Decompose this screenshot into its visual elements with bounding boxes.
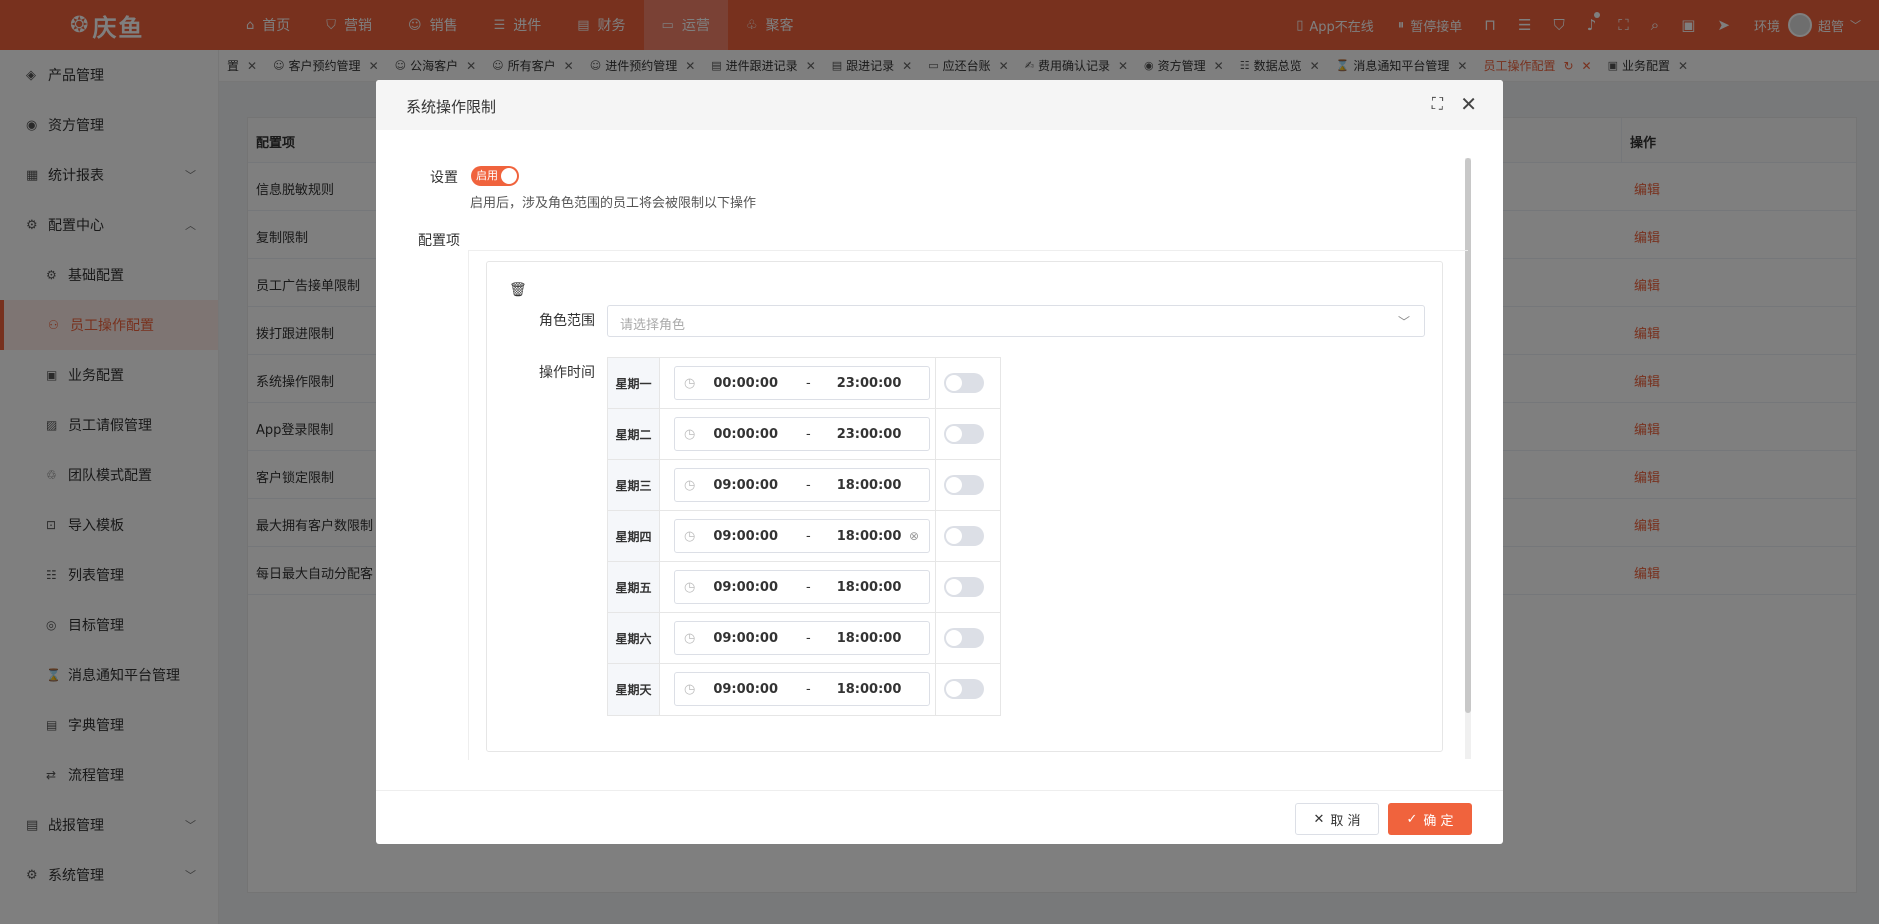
end-time[interactable]: 18:00:00 xyxy=(837,529,902,544)
dialog-footer: ✕ 取 消 ✓ 确 定 xyxy=(376,790,1503,844)
role-label: 角色范围 xyxy=(539,313,595,329)
config-items-label: 配置项 xyxy=(418,233,460,249)
clock-icon: ◷ xyxy=(684,375,696,391)
start-time[interactable]: 00:00:00 xyxy=(713,376,778,391)
enable-switch[interactable]: 启用 xyxy=(471,166,519,186)
toggle-knob xyxy=(946,681,962,697)
time-range-picker[interactable]: ◷ 09:00:00 - 18:00:00 xyxy=(674,672,930,706)
dialog-header: 系统操作限制 ⛶ ✕ xyxy=(376,80,1503,130)
range-separator: - xyxy=(806,528,811,544)
end-time[interactable]: 18:00:00 xyxy=(837,631,902,646)
time-range-picker[interactable]: ◷ 09:00:00 - 18:00:00 xyxy=(674,468,930,502)
toggle-knob xyxy=(946,579,962,595)
time-range-picker[interactable]: ◷ 00:00:00 - 23:00:00 xyxy=(674,417,930,451)
time-label: 操作时间 xyxy=(539,365,595,381)
fullscreen-icon[interactable]: ⛶ xyxy=(1432,94,1443,114)
confirm-button[interactable]: ✓ 确 定 xyxy=(1388,803,1472,835)
start-time[interactable]: 09:00:00 xyxy=(713,580,778,595)
clock-icon: ◷ xyxy=(684,426,696,442)
day-row: 星期二 ◷ 00:00:00 - 23:00:00 xyxy=(608,409,1000,460)
time-range-picker[interactable]: ◷ 09:00:00 - 18:00:00 xyxy=(674,570,930,604)
role-select[interactable]: 请选择角色 ﹀ xyxy=(607,305,1425,337)
range-separator: - xyxy=(806,579,811,595)
day-label: 星期六 xyxy=(608,613,660,663)
config-card: 🗑 角色范围 请选择角色 ﹀ 操作时间 星期一 ◷ 00:00:00 - 23:00:0… xyxy=(486,261,1443,752)
day-toggle[interactable] xyxy=(944,526,984,546)
start-time[interactable]: 09:00:00 xyxy=(713,529,778,544)
start-time[interactable]: 09:00:00 xyxy=(713,478,778,493)
day-label: 星期一 xyxy=(608,358,660,408)
day-row: 星期天 ◷ 09:00:00 - 18:00:00 xyxy=(608,664,1000,715)
range-separator: - xyxy=(806,630,811,646)
clock-icon: ◷ xyxy=(684,579,696,595)
clock-icon: ◷ xyxy=(684,528,696,544)
enable-hint: 启用后，涉及角色范围的员工将会被限制以下操作 xyxy=(470,196,757,211)
day-toggle[interactable] xyxy=(944,424,984,444)
setting-label: 设置 xyxy=(430,170,458,186)
day-label: 星期三 xyxy=(608,460,660,510)
role-placeholder: 请选择角色 xyxy=(620,318,686,333)
day-toggle[interactable] xyxy=(944,679,984,699)
day-switch-cell xyxy=(935,613,995,664)
day-switch-cell xyxy=(935,664,995,715)
range-separator: - xyxy=(806,375,811,391)
time-range-picker[interactable]: ◷ 00:00:00 - 23:00:00 xyxy=(674,366,930,400)
clock-icon: ◷ xyxy=(684,681,696,697)
day-row: 星期三 ◷ 09:00:00 - 18:00:00 xyxy=(608,460,1000,511)
trash-icon[interactable]: 🗑 xyxy=(509,282,527,298)
range-separator: - xyxy=(806,426,811,442)
start-time[interactable]: 00:00:00 xyxy=(713,427,778,442)
end-time[interactable]: 18:00:00 xyxy=(837,682,902,697)
day-switch-cell xyxy=(935,562,995,613)
day-label: 星期五 xyxy=(608,562,660,612)
day-label: 星期四 xyxy=(608,511,660,561)
time-range-picker[interactable]: ◷ 09:00:00 - 18:00:00 ⊗ xyxy=(674,519,930,553)
start-time[interactable]: 09:00:00 xyxy=(713,631,778,646)
day-row: 星期五 ◷ 09:00:00 - 18:00:00 xyxy=(608,562,1000,613)
close-icon[interactable]: ✕ xyxy=(1460,92,1477,116)
dialog-title: 系统操作限制 xyxy=(406,98,497,116)
end-time[interactable]: 18:00:00 xyxy=(837,580,902,595)
end-time[interactable]: 23:00:00 xyxy=(837,427,902,442)
day-switch-cell xyxy=(935,511,995,562)
range-separator: - xyxy=(806,477,811,493)
chevron-down-icon: ﹀ xyxy=(1397,315,1410,329)
day-toggle[interactable] xyxy=(944,628,984,648)
day-label: 星期二 xyxy=(608,409,660,459)
day-label: 星期天 xyxy=(608,664,660,715)
day-toggle[interactable] xyxy=(944,577,984,597)
day-row: 星期六 ◷ 09:00:00 - 18:00:00 xyxy=(608,613,1000,664)
close-icon: ✕ xyxy=(1313,811,1325,827)
week-schedule: 星期一 ◷ 00:00:00 - 23:00:00 星期二 ◷ 00:00:00 - 23:00:… xyxy=(607,357,1001,716)
toggle-knob xyxy=(946,477,962,493)
clock-icon: ◷ xyxy=(684,630,696,646)
end-time[interactable]: 18:00:00 xyxy=(837,478,902,493)
day-switch-cell xyxy=(935,358,995,409)
day-toggle[interactable] xyxy=(944,475,984,495)
toggle-knob xyxy=(946,375,962,391)
clock-icon: ◷ xyxy=(684,477,696,493)
toggle-knob xyxy=(946,426,962,442)
start-time[interactable]: 09:00:00 xyxy=(713,682,778,697)
check-icon: ✓ xyxy=(1406,811,1418,827)
day-row: 星期四 ◷ 09:00:00 - 18:00:00 ⊗ xyxy=(608,511,1000,562)
toggle-knob xyxy=(946,528,962,544)
time-range-picker[interactable]: ◷ 09:00:00 - 18:00:00 xyxy=(674,621,930,655)
day-toggle[interactable] xyxy=(944,373,984,393)
toggle-knob xyxy=(946,630,962,646)
clear-icon[interactable]: ⊗ xyxy=(909,529,919,543)
switch-knob xyxy=(501,168,517,184)
day-row: 星期一 ◷ 00:00:00 - 23:00:00 xyxy=(608,358,1000,409)
end-time[interactable]: 23:00:00 xyxy=(837,376,902,391)
dialog-body: 设置 启用 启用后，涉及角色范围的员工将会被限制以下操作 配置项 🗑 角色范围 … xyxy=(376,130,1503,790)
cancel-button[interactable]: ✕ 取 消 xyxy=(1295,803,1379,835)
system-operation-limit-dialog: 系统操作限制 ⛶ ✕ 设置 启用 启用后，涉及角色范围的员工将会被限制以下操作 … xyxy=(376,80,1503,844)
day-switch-cell xyxy=(935,460,995,511)
day-switch-cell xyxy=(935,409,995,460)
range-separator: - xyxy=(806,681,811,697)
